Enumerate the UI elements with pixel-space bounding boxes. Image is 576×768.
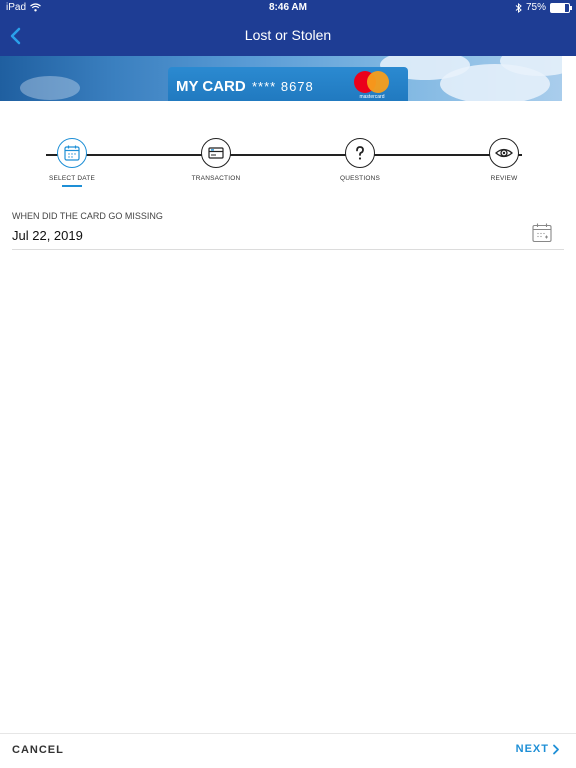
footer-divider bbox=[0, 733, 576, 734]
status-time: 8:46 AM bbox=[269, 2, 307, 13]
card-banner: MY CARD **** 8678 mastercard bbox=[0, 56, 562, 101]
next-button[interactable]: NEXT bbox=[516, 743, 560, 755]
progress-stepper: SELECT DATE TRANSACTION QUESTIONS REVIEW bbox=[0, 138, 576, 198]
date-field-label: WHEN DID THE CARD GO MISSING bbox=[12, 211, 163, 221]
chevron-right-icon bbox=[553, 744, 559, 754]
card-number: **** 8678 bbox=[252, 79, 314, 94]
step-circle bbox=[201, 138, 231, 168]
battery-percent: 75% bbox=[525, 2, 546, 13]
step-label: REVIEW bbox=[490, 175, 518, 182]
date-field-value[interactable]: Jul 22, 2019 bbox=[12, 228, 83, 243]
calendar-icon bbox=[64, 145, 80, 161]
page-title: Lost or Stolen bbox=[244, 27, 332, 43]
step-circle bbox=[489, 138, 519, 168]
credit-card-icon bbox=[208, 147, 224, 159]
nav-bar: Lost or Stolen bbox=[0, 16, 576, 56]
active-step-underline bbox=[62, 185, 82, 187]
step-review[interactable]: REVIEW bbox=[454, 138, 554, 182]
card-image: MY CARD **** 8678 mastercard bbox=[168, 67, 408, 101]
field-divider bbox=[12, 249, 564, 250]
eye-icon bbox=[495, 148, 513, 158]
mastercard-logo: mastercard bbox=[354, 71, 390, 101]
question-icon bbox=[356, 146, 364, 160]
cancel-button[interactable]: CANCEL bbox=[12, 744, 64, 756]
step-transaction[interactable]: TRANSACTION bbox=[166, 138, 266, 182]
battery-icon bbox=[550, 2, 572, 13]
battery-fill bbox=[551, 3, 565, 12]
step-label: TRANSACTION bbox=[191, 175, 241, 182]
status-right: 75% bbox=[515, 2, 572, 13]
calendar-button[interactable] bbox=[531, 222, 553, 244]
next-label: NEXT bbox=[515, 743, 549, 755]
step-label: SELECT DATE bbox=[48, 175, 96, 182]
step-circle bbox=[57, 138, 87, 168]
step-circle bbox=[345, 138, 375, 168]
mastercard-text: mastercard bbox=[359, 94, 385, 100]
step-select-date[interactable]: SELECT DATE bbox=[22, 138, 122, 187]
card-label: MY CARD bbox=[176, 78, 246, 95]
status-bar: iPad 8:46 AM 75% bbox=[0, 0, 576, 16]
bluetooth-icon bbox=[515, 2, 522, 13]
step-label: QUESTIONS bbox=[339, 175, 381, 182]
step-questions[interactable]: QUESTIONS bbox=[310, 138, 410, 182]
calendar-icon bbox=[532, 223, 552, 243]
